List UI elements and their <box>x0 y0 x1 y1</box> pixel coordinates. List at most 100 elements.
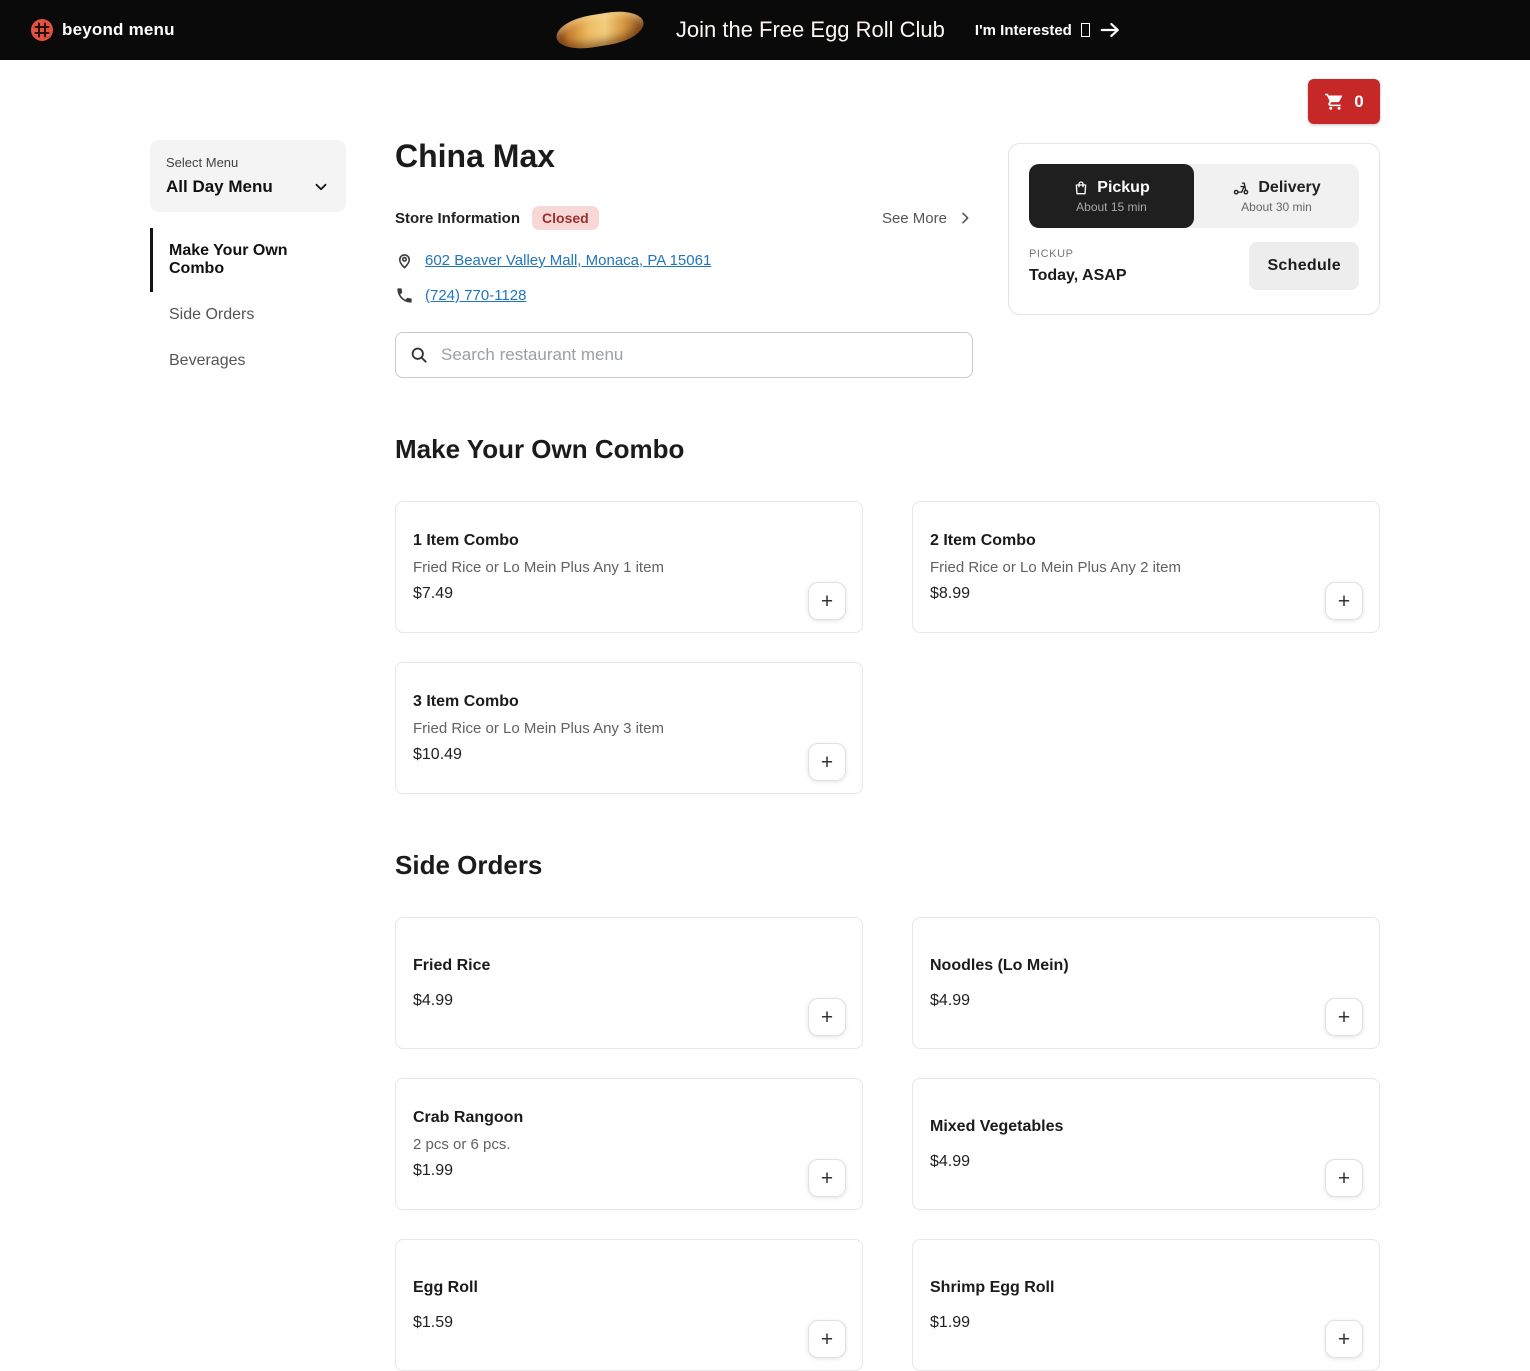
sidebar-item-side-orders[interactable]: Side Orders <box>150 292 346 338</box>
add-item-button[interactable]: + <box>1325 998 1363 1036</box>
im-interested-button[interactable]: I'm Interested <box>975 19 1121 41</box>
pickup-tab[interactable]: Pickup About 15 min <box>1029 164 1194 228</box>
menu-section: Side OrdersFried Rice$4.99+Noodles (Lo M… <box>395 850 1380 1371</box>
add-item-button[interactable]: + <box>808 582 846 620</box>
cart-button[interactable]: 0 <box>1308 79 1380 124</box>
pickup-eta: About 15 min <box>1076 200 1147 214</box>
menu-item-price: $4.99 <box>930 1153 1362 1171</box>
menu-select-value: All Day Menu <box>166 177 273 197</box>
menu-item-card[interactable]: Mixed Vegetables $4.99+ <box>912 1078 1380 1210</box>
see-more-label: See More <box>882 210 947 227</box>
menu-sidebar: Select Menu All Day Menu Make Your Own C… <box>150 140 346 1371</box>
menu-item-price: $4.99 <box>413 992 845 1010</box>
shopping-bag-icon <box>1073 180 1089 196</box>
add-item-button[interactable]: + <box>1325 1159 1363 1197</box>
pickup-caption: PICKUP <box>1029 248 1127 260</box>
add-item-button[interactable]: + <box>808 1159 846 1197</box>
page-layout: Select Menu All Day Menu Make Your Own C… <box>0 60 1530 1371</box>
fulfillment-card: Pickup About 15 min <box>1008 143 1380 315</box>
menu-item-card[interactable]: Noodles (Lo Mein) $4.99+ <box>912 917 1380 1049</box>
egg-roll-club-promo: Join the Free Egg Roll Club I'm Interest… <box>554 8 1121 52</box>
menu-item-price: $8.99 <box>930 585 1362 603</box>
phone-icon <box>395 286 414 305</box>
cart-count: 0 <box>1354 92 1363 112</box>
beyond-menu-logo[interactable]: beyond menu <box>30 18 175 42</box>
section-title: Side Orders <box>395 850 1380 881</box>
add-item-button[interactable]: + <box>1325 1320 1363 1358</box>
add-item-button[interactable]: + <box>1325 582 1363 620</box>
menu-item-price: $7.49 <box>413 585 845 603</box>
menu-section: Make Your Own Combo 1 Item Combo Fried Ric… <box>395 434 1380 794</box>
menu-item-card[interactable]: Crab Rangoon 2 pcs or 6 pcs. $1.99+ <box>395 1078 863 1210</box>
sidebar-item-make-your-own-combo[interactable]: Make Your Own Combo <box>150 228 346 292</box>
fulfillment-toggle: Pickup About 15 min <box>1029 164 1359 228</box>
promo-topbar: beyond menu Join the Free Egg Roll Club … <box>0 0 1530 60</box>
menu-item-description: Fried Rice or Lo Mein Plus Any 3 item <box>413 720 845 737</box>
arrow-right-icon <box>1099 19 1121 41</box>
pickup-schedule-summary: PICKUP Today, ASAP <box>1029 248 1127 285</box>
beyond-menu-logo-text: beyond menu <box>62 20 175 40</box>
pickup-time: Today, ASAP <box>1029 267 1127 285</box>
page-title: China Max <box>395 138 973 175</box>
menu-item-description: Fried Rice or Lo Mein Plus Any 2 item <box>930 559 1362 576</box>
shopping-cart-icon <box>1324 91 1345 112</box>
menu-sections: Make Your Own Combo 1 Item Combo Fried Ric… <box>395 434 1380 1371</box>
search-input[interactable] <box>439 344 959 366</box>
beyond-menu-logo-icon <box>30 18 54 42</box>
menu-item-name: 1 Item Combo <box>413 532 845 550</box>
status-badge: Closed <box>532 206 599 230</box>
pickup-label: Pickup <box>1097 179 1149 197</box>
menu-item-price: $1.99 <box>930 1314 1362 1332</box>
menu-item-card[interactable]: Fried Rice $4.99+ <box>395 917 863 1049</box>
egg-roll-photo <box>554 8 646 52</box>
delivery-tab[interactable]: Delivery About 30 min <box>1194 164 1359 228</box>
store-address-link[interactable]: 602 Beaver Valley Mall, Monaca, PA 15061 <box>425 252 711 269</box>
menu-item-price: $1.59 <box>413 1314 845 1332</box>
menu-item-price: $10.49 <box>413 746 845 764</box>
delivery-label: Delivery <box>1258 179 1320 197</box>
im-interested-label: I'm Interested <box>975 22 1072 39</box>
menu-item-name: 3 Item Combo <box>413 693 845 711</box>
menu-item-card[interactable]: Egg Roll $1.59+ <box>395 1239 863 1371</box>
menu-item-card[interactable]: Shrimp Egg Roll $1.99+ <box>912 1239 1380 1371</box>
search-icon <box>409 345 429 365</box>
add-item-button[interactable]: + <box>808 998 846 1036</box>
menu-item-name: Noodles (Lo Mein) <box>930 957 1362 975</box>
menu-item-price: $4.99 <box>930 992 1362 1010</box>
add-item-button[interactable]: + <box>808 1320 846 1358</box>
menu-item-name: Egg Roll <box>413 1279 845 1297</box>
menu-items-grid: 1 Item Combo Fried Rice or Lo Mein Plus A… <box>395 501 1380 794</box>
menu-item-card[interactable]: 1 Item Combo Fried Rice or Lo Mein Plus A… <box>395 501 863 633</box>
store-information-label: Store Information <box>395 210 520 227</box>
menu-item-card[interactable]: 2 Item Combo Fried Rice or Lo Mein Plus A… <box>912 501 1380 633</box>
menu-item-name: Mixed Vegetables <box>930 1118 1362 1136</box>
section-title: Make Your Own Combo <box>395 434 1380 465</box>
menu-items-grid: Fried Rice$4.99+Noodles (Lo Mein)$4.99+C… <box>395 917 1380 1371</box>
see-more-button[interactable]: See More <box>882 210 973 227</box>
menu-select[interactable]: Select Menu All Day Menu <box>150 140 346 212</box>
location-pin-icon <box>395 251 414 270</box>
menu-item-name: Shrimp Egg Roll <box>930 1279 1362 1297</box>
chevron-down-icon <box>312 178 330 196</box>
add-item-button[interactable]: + <box>808 743 846 781</box>
party-emoji-placeholder <box>1081 23 1090 37</box>
menu-item-description: Fried Rice or Lo Mein Plus Any 1 item <box>413 559 845 576</box>
store-phone-link[interactable]: (724) 770-1128 <box>425 287 526 304</box>
promo-title: Join the Free Egg Roll Club <box>676 17 945 43</box>
menu-item-name: Fried Rice <box>413 957 845 975</box>
menu-item-card[interactable]: 3 Item Combo Fried Rice or Lo Mein Plus A… <box>395 662 863 794</box>
main-content: China Max Store Information Closed See M… <box>395 138 1380 1371</box>
menu-section-nav: Make Your Own Combo Side Orders Beverage… <box>150 228 346 384</box>
store-info-block: China Max Store Information Closed See M… <box>395 138 973 378</box>
delivery-eta: About 30 min <box>1241 200 1312 214</box>
sidebar-item-beverages[interactable]: Beverages <box>150 338 346 384</box>
menu-item-name: Crab Rangoon <box>413 1109 845 1127</box>
schedule-button[interactable]: Schedule <box>1249 242 1359 290</box>
menu-select-label: Select Menu <box>166 155 330 170</box>
menu-search <box>395 332 973 378</box>
menu-item-description: 2 pcs or 6 pcs. <box>413 1136 845 1153</box>
scooter-icon <box>1232 179 1250 197</box>
chevron-right-icon <box>957 210 973 226</box>
menu-item-price: $1.99 <box>413 1162 845 1180</box>
menu-item-name: 2 Item Combo <box>930 532 1362 550</box>
